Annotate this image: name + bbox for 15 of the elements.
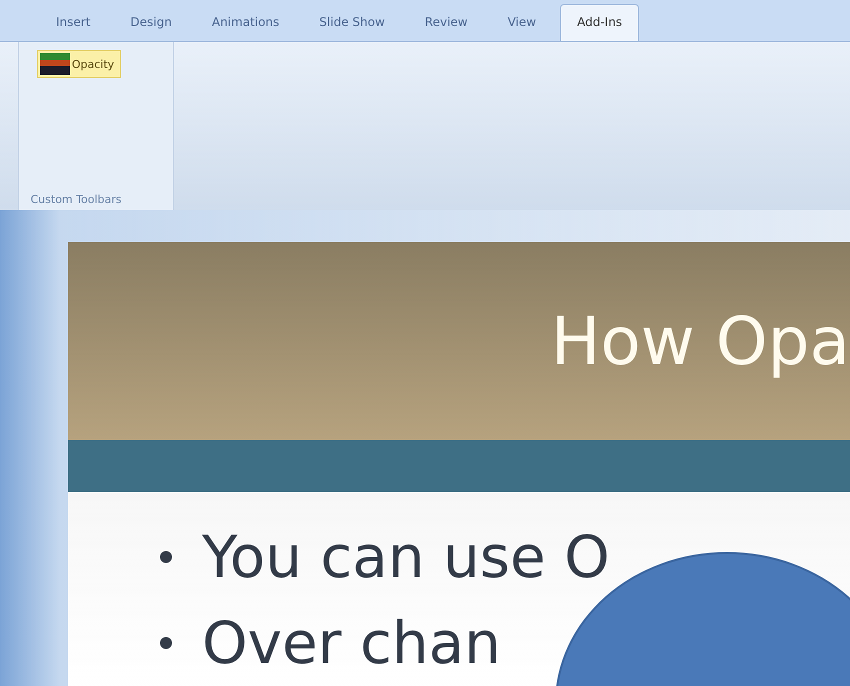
bullet-dot — [160, 637, 172, 649]
ribbon-tab[interactable]: Animations — [196, 5, 296, 41]
bullet-dot — [160, 551, 172, 563]
ribbon-tab[interactable]: Slide Show — [303, 5, 401, 41]
bullet-text: You can use O — [202, 528, 610, 586]
ribbon-tab[interactable]: Add-Ins — [560, 4, 640, 41]
ribbon-tab[interactable]: Insert — [40, 5, 106, 41]
slide-title: How Opa — [550, 302, 850, 380]
ribbon-tab[interactable]: View — [492, 5, 552, 41]
opacity-button[interactable]: Opacity — [36, 50, 122, 78]
ribbon-tab[interactable]: Review — [408, 5, 484, 41]
ribbon-tab[interactable]: Design — [114, 5, 188, 41]
color-stripes-icon — [40, 53, 70, 75]
bullet-text: Over chan — [202, 614, 501, 672]
group-label: Custom Toolbars — [30, 193, 122, 206]
